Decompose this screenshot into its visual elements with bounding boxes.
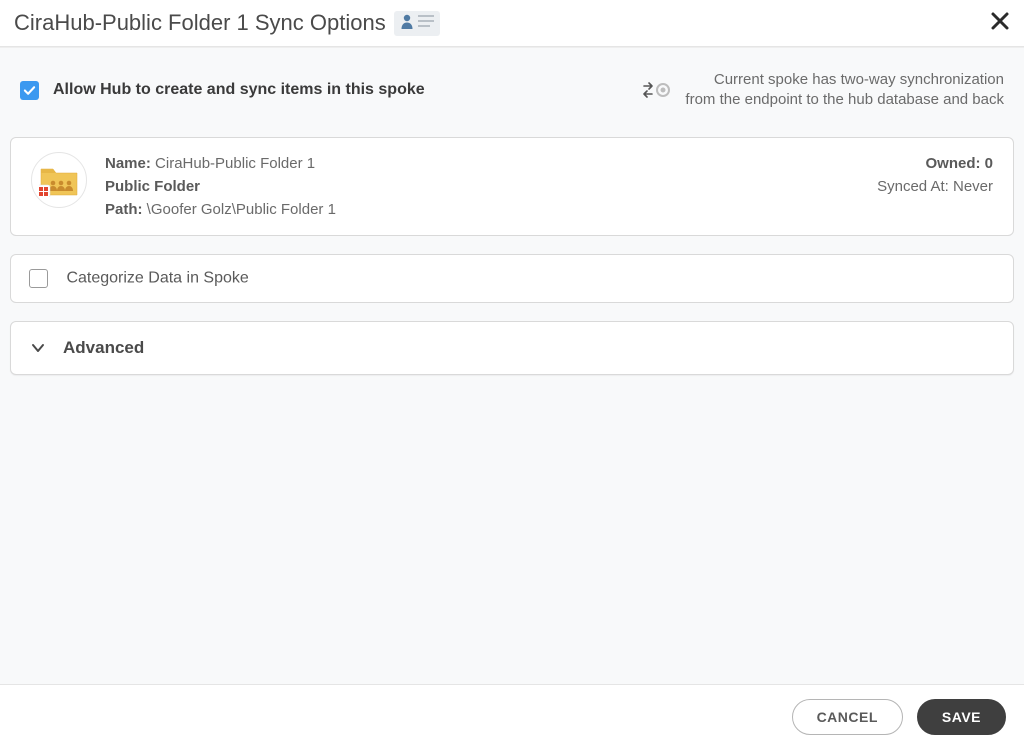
allow-sync-row: Allow Hub to create and sync items in th… (10, 62, 1014, 119)
two-way-sync-icon (643, 80, 671, 100)
spoke-info-main: Name: CiraHub-Public Folder 1 Public Fol… (105, 152, 877, 222)
spoke-info-card: Name: CiraHub-Public Folder 1 Public Fol… (10, 137, 1014, 237)
allow-sync-checkbox[interactable] (20, 81, 39, 100)
dialog-footer: CANCEL SAVE (0, 684, 1024, 749)
spoke-name-row: Name: CiraHub-Public Folder 1 (105, 152, 877, 175)
save-button[interactable]: SAVE (917, 699, 1006, 735)
synced-row: Synced At: Never (877, 175, 993, 198)
name-label: Name: (105, 155, 151, 172)
dialog-header: CiraHub-Public Folder 1 Sync Options (0, 0, 1024, 47)
sync-options-dialog: CiraHub-Public Folder 1 Sync Options (0, 0, 1024, 749)
path-value: \Goofer Golz\Public Folder 1 (147, 201, 336, 218)
name-value: CiraHub-Public Folder 1 (155, 155, 315, 172)
synced-label: Synced At: (877, 178, 949, 195)
list-lines-icon (418, 14, 434, 33)
sync-description-wrap: Current spoke has two-way synchronizatio… (643, 70, 1004, 111)
dialog-title: CiraHub-Public Folder 1 Sync Options (14, 10, 386, 36)
categorize-card: Categorize Data in Spoke (10, 254, 1014, 303)
sync-desc-line2: from the endpoint to the hub database an… (685, 90, 1004, 110)
owned-label: Owned: (925, 155, 980, 172)
header-badge (394, 11, 440, 36)
categorize-checkbox[interactable] (29, 269, 48, 288)
chevron-down-icon (31, 343, 45, 353)
synced-value: Never (953, 178, 993, 195)
sync-description: Current spoke has two-way synchronizatio… (685, 70, 1004, 111)
spoke-type-row: Public Folder (105, 175, 877, 198)
owned-row: Owned: 0 (877, 152, 993, 175)
dialog-content: Allow Hub to create and sync items in th… (0, 47, 1024, 684)
categorize-label: Categorize Data in Spoke (66, 270, 248, 287)
spoke-path-row: Path: \Goofer Golz\Public Folder 1 (105, 198, 877, 221)
cancel-button[interactable]: CANCEL (792, 699, 903, 735)
path-label: Path: (105, 201, 143, 218)
close-icon[interactable] (990, 11, 1010, 36)
type-value: Public Folder (105, 178, 200, 195)
advanced-label: Advanced (63, 338, 144, 358)
spoke-info-right: Owned: 0 Synced At: Never (877, 152, 993, 199)
sync-desc-line1: Current spoke has two-way synchronizatio… (685, 70, 1004, 90)
person-icon (400, 13, 414, 34)
advanced-section[interactable]: Advanced (10, 321, 1014, 375)
public-folder-icon (31, 152, 87, 208)
owned-value: 0 (985, 155, 993, 172)
allow-sync-label: Allow Hub to create and sync items in th… (53, 81, 425, 99)
